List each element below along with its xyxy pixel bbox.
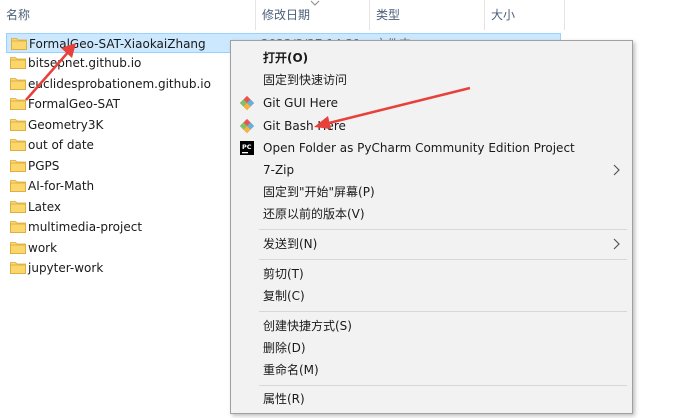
menu-item-rename[interactable]: 重命名(M) [231,359,632,381]
folder-icon [10,160,26,172]
file-name: bitsepnet.github.io [28,56,142,70]
menu-item-7zip[interactable]: 7-Zip [231,159,632,181]
file-name: Latex [28,200,62,214]
menu-item-send-to[interactable]: 发送到(N) [231,233,632,255]
sort-caret-icon [310,0,320,6]
menu-item-delete[interactable]: 删除(D) [231,337,632,359]
column-type[interactable]: 类型 [370,0,485,30]
menu-item-label: Git Bash Here [263,119,346,133]
menu-item-properties[interactable]: 属性(R) [231,388,632,410]
git-icon [239,118,255,134]
context-menu: 打开(O) 固定到快速访问 Git GUI Here Git Bash Here… [230,40,633,414]
folder-icon [10,242,26,254]
menu-item-cut[interactable]: 剪切(T) [231,263,632,285]
menu-item-create-shortcut[interactable]: 创建快捷方式(S) [231,315,632,337]
menu-item-git-bash[interactable]: Git Bash Here [231,115,632,137]
menu-item-label: 固定到快速访问 [263,73,348,87]
menu-item-label: Open Folder as PyCharm Community Edition… [263,141,575,155]
menu-separator [259,311,627,312]
menu-item-label: 剪切(T) [263,267,304,281]
file-name: out of date [28,138,94,152]
folder-icon [11,38,27,50]
file-name: jupyter-work [28,261,104,275]
folder-icon [10,57,26,69]
pycharm-icon: PC [240,141,254,155]
menu-item-restore-previous[interactable]: 还原以前的版本(V) [231,203,632,225]
file-name: PGPS [28,159,60,173]
menu-separator [259,259,627,260]
file-name: multimedia-project [28,220,143,234]
chevron-right-icon [613,164,620,176]
file-name: euclidesprobationem.github.io [28,77,211,91]
menu-item-pin-quick-access[interactable]: 固定到快速访问 [231,69,632,91]
menu-item-label: 打开(O) [263,51,309,65]
file-name: AI-for-Math [28,179,95,193]
menu-item-open[interactable]: 打开(O) [231,47,632,69]
file-name: work [28,241,58,255]
menu-item-label: 还原以前的版本(V) [263,207,365,221]
menu-item-label: 复制(C) [263,289,305,303]
menu-item-copy[interactable]: 复制(C) [231,285,632,307]
menu-separator [259,229,627,230]
menu-item-label: 发送到(N) [263,237,318,251]
folder-icon [10,201,26,213]
folder-icon [10,180,26,192]
folder-icon [10,98,26,110]
chevron-right-icon [613,238,620,250]
column-size[interactable]: 大小 [485,0,565,30]
column-name[interactable]: 名称 [0,0,256,30]
folder-icon [10,78,26,90]
svg-text:PC: PC [242,143,252,151]
menu-item-label: 7-Zip [263,163,295,177]
menu-separator [259,385,627,386]
folder-icon [10,221,26,233]
git-icon [239,95,255,111]
menu-item-label: 属性(R) [263,392,305,406]
menu-item-pycharm[interactable]: PC Open Folder as PyCharm Community Edit… [231,137,632,159]
menu-item-label: Git GUI Here [263,96,339,110]
menu-item-label: 固定到"开始"屏幕(P) [263,185,375,199]
menu-item-label: 删除(D) [263,341,306,355]
file-name: FormalGeo-SAT [28,97,120,111]
folder-icon [10,139,26,151]
column-header: 名称 修改日期 类型 大小 [0,0,677,30]
folder-icon [10,262,26,274]
file-name: FormalGeo-SAT-XiaokaiZhang [29,37,206,51]
menu-item-git-gui[interactable]: Git GUI Here [231,92,632,114]
menu-item-label: 创建快捷方式(S) [263,319,352,333]
file-name: Geometry3K [28,118,104,132]
folder-icon [10,119,26,131]
menu-item-label: 重命名(M) [263,363,319,377]
menu-item-pin-start[interactable]: 固定到"开始"屏幕(P) [231,181,632,203]
